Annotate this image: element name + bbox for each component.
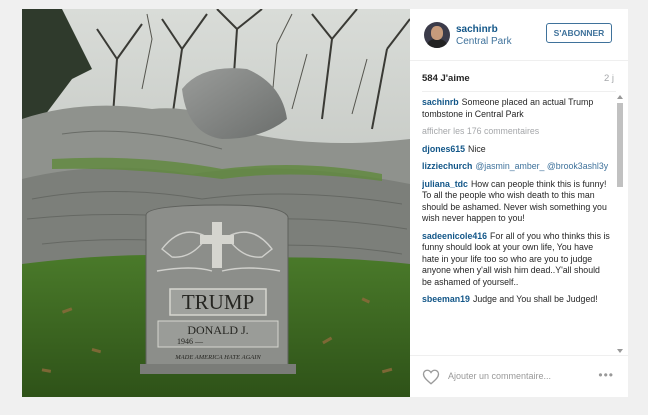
post-age: 2 j xyxy=(603,73,614,84)
comment-text: Nice xyxy=(468,143,486,154)
comment-username[interactable]: djones615 xyxy=(422,144,465,154)
show-all-comments-link[interactable]: afficher les 176 commentaires xyxy=(422,126,612,138)
comment-username[interactable]: sbeeman19 xyxy=(422,294,470,304)
location-link[interactable]: Central Park xyxy=(456,36,512,47)
list-item: juliana_tdc How can people think this is … xyxy=(422,179,612,225)
post-modal: TRUMP DONALD J. 1946 — MADE AMERICA HATE… xyxy=(22,9,628,397)
scroll-thumb[interactable] xyxy=(617,103,623,187)
list-item: lizziechurch @jasmin_amber_ @brook3ashl3y xyxy=(422,161,612,173)
more-options-icon[interactable]: ••• xyxy=(598,369,614,381)
comments-list[interactable]: sachinrb Someone placed an actual Trump t… xyxy=(422,97,612,351)
follow-button[interactable]: S'ABONNER xyxy=(546,23,612,43)
tombstone-photo-illustration: TRUMP DONALD J. 1946 — MADE AMERICA HATE… xyxy=(22,9,410,397)
comments-scrollbar[interactable] xyxy=(617,95,623,353)
comment-input[interactable] xyxy=(448,368,588,384)
scroll-down-arrow-icon[interactable] xyxy=(617,349,623,353)
heart-icon[interactable] xyxy=(422,368,440,386)
comment-username[interactable]: juliana_tdc xyxy=(422,179,468,189)
author-username[interactable]: sachinrb xyxy=(456,24,498,35)
tombstone-name: TRUMP xyxy=(182,290,254,314)
post-header: sachinrb Central Park S'ABONNER xyxy=(410,9,628,61)
divider xyxy=(422,91,616,92)
scroll-up-arrow-icon[interactable] xyxy=(617,95,623,99)
comment-username[interactable]: lizziechurch xyxy=(422,161,472,171)
avatar[interactable] xyxy=(424,22,450,48)
comment-mentions[interactable]: @jasmin_amber_ @brook3ashl3y xyxy=(475,161,608,171)
tombstone-first-name: DONALD J. xyxy=(187,323,248,337)
tombstone-year: 1946 — xyxy=(177,337,204,346)
caption: sachinrb Someone placed an actual Trump t… xyxy=(422,97,612,120)
post-footer: ••• xyxy=(410,355,628,397)
comment-text: Judge and You shall be Judged! xyxy=(472,294,598,304)
comment-username[interactable]: sadeenicole416 xyxy=(422,231,487,241)
likes-count[interactable]: 584 J'aime xyxy=(422,73,470,84)
tombstone-epitaph: MADE AMERICA HATE AGAIN xyxy=(174,354,261,361)
list-item: sbeeman19 Judge and You shall be Judged! xyxy=(422,294,612,306)
post-photo[interactable]: TRUMP DONALD J. 1946 — MADE AMERICA HATE… xyxy=(22,9,410,397)
post-sidebar: sachinrb Central Park S'ABONNER 584 J'ai… xyxy=(410,9,628,397)
list-item: djones615 Nice xyxy=(422,144,612,156)
caption-username[interactable]: sachinrb xyxy=(422,97,459,107)
list-item: sadeenicole416 For all of you who thinks … xyxy=(422,231,612,289)
